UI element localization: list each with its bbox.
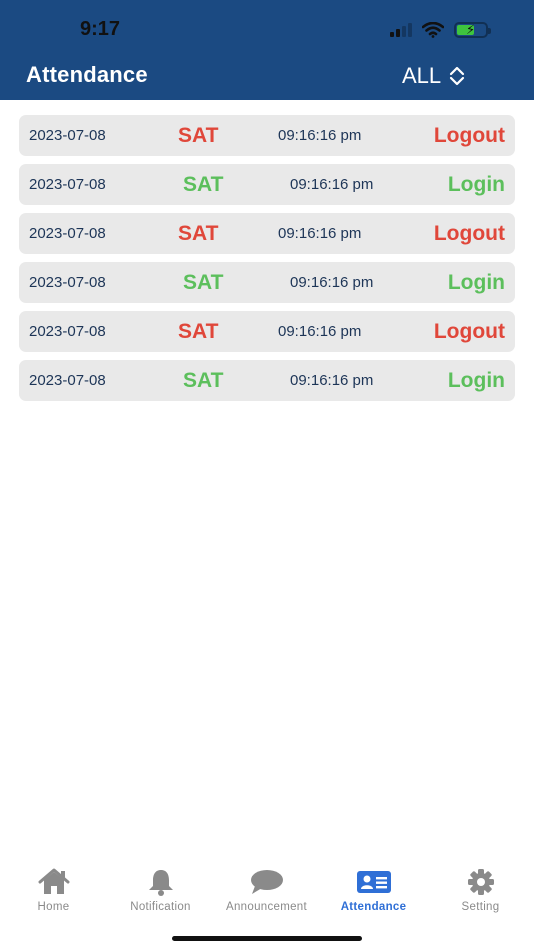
filter-value: ALL (402, 63, 442, 88)
record-date: 2023-07-08 (29, 176, 106, 193)
tab-label: Announcement (226, 901, 307, 913)
record-day: SAT (183, 173, 224, 196)
status-icons: ⚡ (390, 20, 491, 40)
battery-icon: ⚡ (454, 22, 491, 38)
tab-home[interactable]: Home (0, 868, 107, 913)
status-time: 9:17 (80, 18, 121, 40)
record-status: Login (447, 173, 505, 196)
tab-label: Home (37, 901, 70, 913)
wifi-icon (422, 22, 444, 38)
record-date: 2023-07-08 (29, 323, 106, 340)
attendance-screen: 9:17 ⚡ Attendance ALL 2023-07-08 SAT 09:… (0, 0, 534, 950)
record-day: SAT (183, 271, 224, 294)
attendance-row[interactable]: 2023-07-08 SAT 09:16:16 pm Logout (19, 115, 515, 156)
bottom-tab-bar: Home Notification Announcement Attendanc… (0, 860, 534, 930)
record-date: 2023-07-08 (29, 274, 106, 291)
record-day: SAT (178, 222, 219, 245)
attendance-row[interactable]: 2023-07-08 SAT 09:16:16 pm Logout (19, 213, 515, 254)
cellular-signal-icon (390, 23, 412, 37)
chevron-up-down-icon (450, 66, 465, 86)
tab-setting[interactable]: Setting (427, 868, 534, 913)
record-status: Logout (433, 124, 505, 147)
attendance-row[interactable]: 2023-07-08 SAT 09:16:16 pm Login (19, 360, 515, 401)
record-day: SAT (178, 124, 219, 147)
record-date: 2023-07-08 (29, 225, 106, 242)
home-icon (38, 868, 69, 894)
record-date: 2023-07-08 (29, 372, 106, 389)
record-date: 2023-07-08 (29, 127, 106, 144)
attendance-list: 2023-07-08 SAT 09:16:16 pm Logout 2023-0… (19, 115, 515, 409)
record-status: Logout (433, 320, 505, 343)
record-time: 09:16:16 pm (290, 274, 374, 291)
attendance-row[interactable]: 2023-07-08 SAT 09:16:16 pm Logout (19, 311, 515, 352)
attendance-row[interactable]: 2023-07-08 SAT 09:16:16 pm Login (19, 262, 515, 303)
record-time: 09:16:16 pm (278, 127, 362, 144)
attendance-row[interactable]: 2023-07-08 SAT 09:16:16 pm Login (19, 164, 515, 205)
record-time: 09:16:16 pm (278, 323, 362, 340)
bell-icon (148, 870, 173, 896)
app-header: 9:17 ⚡ Attendance ALL (0, 0, 534, 100)
record-status: Logout (433, 222, 505, 245)
record-day: SAT (178, 320, 219, 343)
gear-icon (467, 869, 494, 895)
page-title: Attendance (26, 62, 148, 87)
record-day: SAT (183, 369, 224, 392)
tab-attendance[interactable]: Attendance (320, 868, 427, 913)
tab-label: Attendance (340, 901, 407, 913)
filter-dropdown[interactable]: ALL (402, 62, 465, 90)
record-status: Login (447, 271, 505, 294)
record-time: 09:16:16 pm (290, 176, 374, 193)
id-card-icon (356, 871, 391, 893)
record-time: 09:16:16 pm (278, 225, 362, 242)
tab-label: Setting (461, 901, 500, 913)
home-indicator (172, 936, 362, 941)
tab-notification[interactable]: Notification (107, 868, 214, 913)
chat-bubble-icon (250, 870, 283, 894)
record-time: 09:16:16 pm (290, 372, 374, 389)
tab-announcement[interactable]: Announcement (213, 868, 320, 913)
record-status: Login (447, 369, 505, 392)
tab-label: Notification (130, 901, 191, 913)
